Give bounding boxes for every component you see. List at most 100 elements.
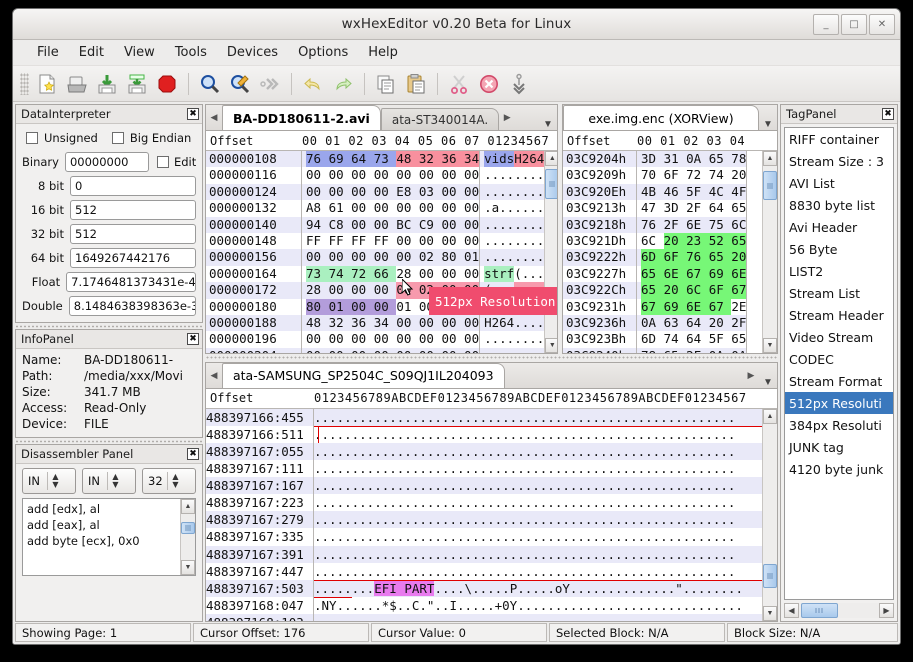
menu-tools[interactable]: Tools	[165, 43, 217, 62]
hex-cell-group[interactable]: ........	[484, 348, 544, 353]
maximize-button[interactable]: □	[841, 14, 867, 35]
hex-cell-group[interactable]: 6D 74 64 5F 65	[641, 331, 746, 347]
hex-row-cells[interactable]: ........	[480, 331, 544, 347]
hex-cell-group[interactable]: ........	[484, 331, 544, 347]
hex-cell-group[interactable]: 28 00 00 00	[396, 266, 479, 282]
hex-row-cells[interactable]: ........	[480, 249, 544, 265]
stop-icon[interactable]	[152, 69, 182, 99]
hex-cell-group[interactable]: 48 32 36 34	[396, 151, 479, 167]
hex-row-cells[interactable]: 6D 74 64 5F 65	[637, 331, 746, 347]
hex-cell-group[interactable]: 6C	[641, 233, 664, 249]
dock-sash-device[interactable]	[205, 355, 778, 361]
hex-row-cells[interactable]: 00 00 00 00 00 00 00 00	[302, 348, 479, 353]
float-input[interactable]: 7.1746481373431e-43	[66, 272, 196, 292]
hex-cell-group[interactable]: 47 3D 2F 64 65	[641, 200, 746, 216]
tab-exe-img-enc-xorview[interactable]: exe.img.enc (XORView)	[563, 105, 759, 130]
hex-cell-group[interactable]: ........	[314, 581, 374, 596]
ascii-row[interactable]: ........................................…	[314, 443, 762, 460]
hex-cell-group[interactable]: 94 C8 00 00 BC C9 00 00	[306, 217, 479, 233]
tag-list-item[interactable]: JUNK tag	[785, 436, 893, 458]
tag-list-item[interactable]: RIFF container	[785, 128, 893, 150]
close-button[interactable]: ✕	[869, 14, 895, 35]
hex-cell-group[interactable]: H264	[514, 151, 544, 167]
hex-row-cells[interactable]: 00 00 00 00 00 00 00 00	[302, 167, 479, 183]
tag-list-item[interactable]: 512px Resoluti	[785, 392, 893, 414]
hex-row-cells[interactable]: 00 00 00 00 E8 03 00 00	[302, 184, 479, 200]
hex-cell-group[interactable]: .a......	[484, 200, 544, 216]
list-item[interactable]: add [eax], al	[27, 517, 176, 533]
redo-icon[interactable]	[328, 69, 358, 99]
tag-list-item[interactable]: 56 Byte	[785, 238, 893, 260]
scroll-up-icon[interactable]: ▲	[763, 409, 777, 424]
close-icon[interactable]: ✖	[187, 333, 199, 345]
tag-list-item[interactable]: 4120 byte junk	[785, 458, 893, 480]
cut-icon[interactable]	[444, 69, 474, 99]
hex-cell-group[interactable]: 6D 6F 76 65 20	[641, 249, 746, 265]
tag-list-item[interactable]: Stream List	[785, 282, 893, 304]
file-hex-scrollbar[interactable]: ▲ ▼	[544, 151, 557, 353]
hex-row-cells[interactable]: 00 00 00 00 00 00 00 00	[302, 331, 479, 347]
close-icon[interactable]: ✖	[882, 108, 894, 120]
menu-devices[interactable]: Devices	[217, 43, 288, 62]
bitness-selector[interactable]: 32 ▲▼	[142, 468, 196, 494]
tab-scroll-left-icon[interactable]: ◀	[206, 105, 222, 130]
hex-row-cells[interactable]: 76 69 64 73 48 32 36 34	[302, 151, 479, 167]
hex-row-cells[interactable]: ........	[480, 233, 544, 249]
hex-cell-group[interactable]: 00 00 00 00 00 02 80 01	[306, 249, 479, 265]
hex-row-cells[interactable]: 0A 63 64 20 2F	[637, 315, 746, 331]
scroll-track[interactable]	[181, 514, 195, 560]
double-input[interactable]: 8.1484638398363e-31	[69, 296, 196, 316]
hex-row-cells[interactable]: 3D 31 0A 65 78	[637, 151, 746, 167]
ascii-row[interactable]: .NY......*$..C."..I.....+0Y.............…	[314, 597, 762, 614]
hex-row-cells[interactable]: vidsH264	[480, 151, 544, 167]
scroll-thumb[interactable]	[763, 171, 777, 200]
hex-row-cells[interactable]: 48 32 36 34 00 00 00 00	[302, 315, 479, 331]
tag-list-item[interactable]: Avi Header	[785, 216, 893, 238]
scroll-down-icon[interactable]: ▼	[763, 338, 777, 353]
disassembly-scrollbar[interactable]: ▲ ▼	[180, 499, 195, 575]
tag-list-item[interactable]: Stream Format	[785, 370, 893, 392]
close-icon[interactable]: ✖	[187, 108, 199, 120]
hex-row-cells[interactable]: ........	[480, 348, 544, 353]
undo-icon[interactable]	[298, 69, 328, 99]
chevron-updown-icon[interactable]: ▲▼	[48, 473, 63, 489]
xor-hex-scrollbar[interactable]: ▲ ▼	[762, 151, 777, 353]
tag-list-item[interactable]: Stream Size : 3	[785, 150, 893, 172]
menu-options[interactable]: Options	[288, 43, 358, 62]
hex-row-cells[interactable]: FF FF FF FF 00 00 00 00	[302, 233, 479, 249]
chevron-updown-icon[interactable]: ▲▼	[108, 473, 123, 489]
hex-row-cells[interactable]: 00 00 00 00 00 02 80 01	[302, 249, 479, 265]
hex-row-cells[interactable]: 67 69 6E 67 2E	[637, 299, 746, 315]
hex-row-cells[interactable]: 6C 20 23 52 65	[637, 233, 746, 249]
int64-input[interactable]: 1649267442176	[70, 248, 196, 268]
hex-cell-group[interactable]: 2E	[731, 299, 746, 315]
hex-cell-group[interactable]: ........	[484, 233, 544, 249]
device-hex-scrollbar[interactable]: ▲ ▼	[762, 409, 777, 621]
file-ascii-column[interactable]: vidsH264................ .a..............…	[480, 151, 544, 353]
tag-list-item[interactable]: CODEC	[785, 348, 893, 370]
scroll-left-icon[interactable]: ◀	[784, 603, 799, 618]
hex-row-cells[interactable]: H264....	[480, 315, 544, 331]
hex-cell-group[interactable]: 00 00 00 00 E8 03 00 00	[306, 184, 479, 200]
hex-row-cells[interactable]: 94 C8 00 00 BC C9 00 00	[302, 217, 479, 233]
hex-cell-group[interactable]: strf	[484, 266, 514, 282]
hex-cell-group[interactable]: 67 69 6E 67	[641, 299, 731, 315]
scroll-thumb[interactable]	[181, 522, 195, 534]
xor-hex-grid[interactable]: 03C9204h03C9209h03C920Eh03C9213h03C9218h…	[563, 151, 777, 353]
insert-icon[interactable]	[504, 69, 534, 99]
menu-file[interactable]: File	[27, 43, 69, 62]
hex-cell-group[interactable]: 4B 46 5F 4C 4F	[641, 184, 746, 200]
ascii-row[interactable]: ........................................…	[314, 546, 762, 563]
hex-cell-group[interactable]: H264....	[484, 315, 544, 331]
hex-cell-group[interactable]: 00 00 00 00 00 00 00 00	[306, 348, 479, 353]
device-ascii-column[interactable]: ........................................…	[314, 409, 762, 621]
ascii-row[interactable]: ........................................…	[314, 511, 762, 528]
int16-input[interactable]: 512	[70, 200, 196, 220]
tag-list-item[interactable]: Video Stream	[785, 326, 893, 348]
tag-list-item[interactable]: 8830 byte list	[785, 194, 893, 216]
scroll-up-icon[interactable]: ▲	[545, 151, 557, 166]
scroll-track[interactable]	[799, 603, 879, 618]
menu-edit[interactable]: Edit	[69, 43, 114, 62]
close-icon[interactable]: ✖	[187, 448, 199, 460]
hex-cell-group[interactable]: 48 32 36 34 00 00 00 00	[306, 315, 479, 331]
